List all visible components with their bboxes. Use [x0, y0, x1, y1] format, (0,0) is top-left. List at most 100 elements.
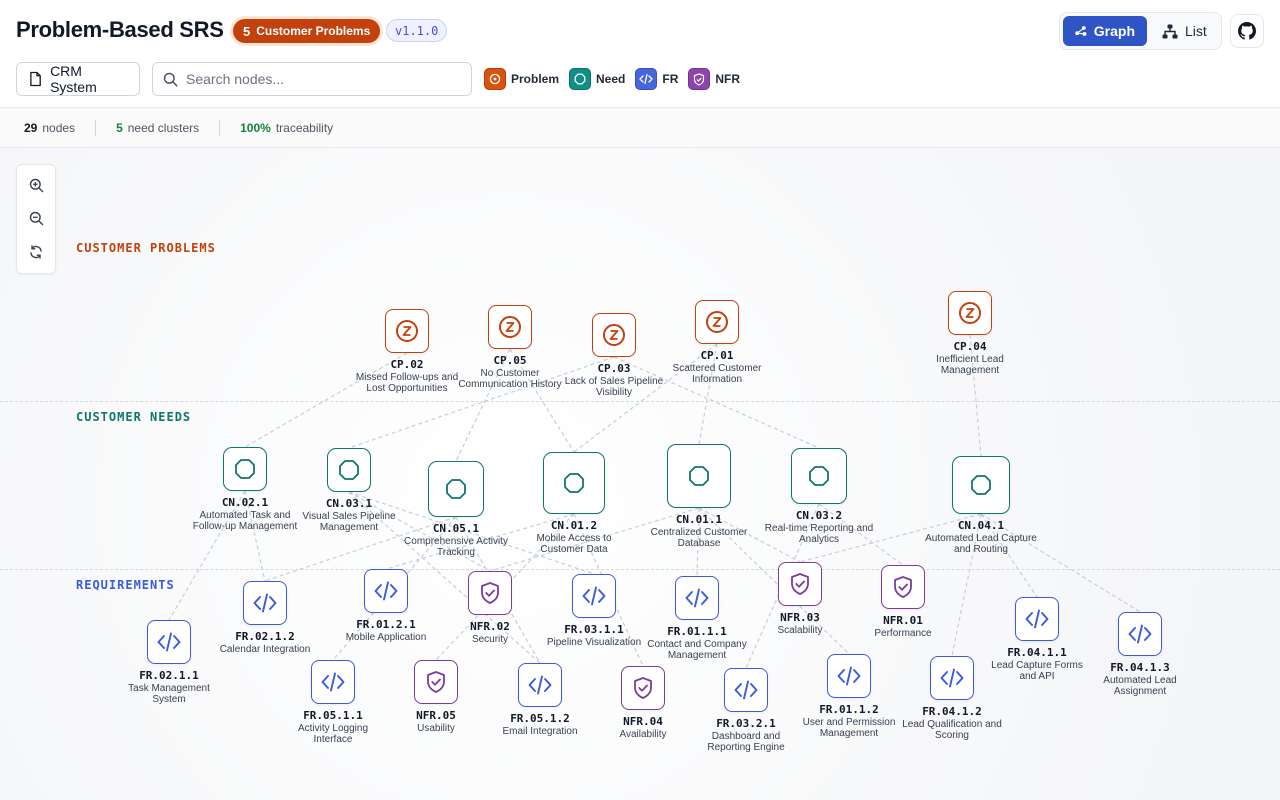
github-button[interactable] — [1230, 14, 1264, 48]
problem-icon — [959, 302, 981, 324]
need-node-box — [667, 444, 731, 508]
legend-problem-label: Problem — [511, 72, 560, 86]
fr-node-box — [518, 663, 562, 707]
node-title: Contact and Company Management — [647, 639, 747, 661]
fr-node-box — [724, 668, 768, 712]
graph-node-fr-04-1-3[interactable]: FR.04.1.3 Automated Lead Assignment — [1085, 612, 1195, 697]
lane-divider — [0, 569, 1280, 570]
fr-icon — [374, 581, 398, 601]
graph-view-button[interactable]: Graph — [1063, 16, 1147, 46]
legend-need[interactable]: Need — [569, 68, 625, 90]
nfr-node-box — [778, 562, 822, 606]
legend-nfr[interactable]: NFR — [688, 68, 740, 90]
node-title: Dashboard and Reporting Engine — [707, 731, 785, 753]
graph-node-cn-01-2[interactable]: CN.01.2 Mobile Access to Customer Data — [514, 452, 634, 555]
node-id: NFR.05 — [416, 709, 456, 722]
graph-node-fr-02-1-1[interactable]: FR.02.1.1 Task Management System — [114, 620, 224, 705]
fr-node-box — [364, 569, 408, 613]
need-node-box — [952, 456, 1010, 514]
graph-node-nfr-04[interactable]: NFR.04 Availability — [588, 666, 698, 740]
fr-swatch-icon — [635, 68, 658, 90]
fr-node-box — [572, 574, 616, 618]
need-icon — [446, 479, 466, 499]
section-label-needs: CUSTOMER NEEDS — [76, 410, 192, 424]
zoom-out-button[interactable] — [21, 204, 51, 234]
zoom-in-button[interactable] — [21, 171, 51, 201]
need-icon — [564, 473, 584, 493]
reset-view-button[interactable] — [21, 237, 51, 267]
graph-node-fr-01-1-1[interactable]: FR.01.1.1 Contact and Company Management — [642, 576, 752, 661]
view-toggle: Graph List — [1059, 12, 1222, 50]
node-title: Scalability — [777, 625, 823, 636]
graph-node-fr-05-1-2[interactable]: FR.05.1.2 Email Integration — [485, 663, 595, 737]
problem-icon — [499, 316, 521, 338]
graph-node-cn-03-1[interactable]: CN.03.1 Visual Sales Pipeline Management — [289, 448, 409, 533]
graph-node-nfr-05[interactable]: NFR.05 Usability — [381, 660, 491, 734]
node-id: FR.02.1.2 — [235, 630, 295, 643]
stat-traceability: 100% traceability — [240, 121, 333, 135]
refresh-icon — [30, 245, 42, 260]
need-node-box — [791, 448, 847, 504]
search-input[interactable] — [186, 71, 456, 87]
node-title: Usability — [417, 723, 455, 734]
system-selector-button[interactable]: CRM System — [16, 62, 140, 96]
graph-node-fr-02-1-2[interactable]: FR.02.1.2 Calendar Integration — [210, 581, 320, 655]
graph-node-fr-01-1-2[interactable]: FR.01.1.2 User and Permission Management — [794, 654, 904, 739]
customer-problems-label: Customer Problems — [256, 24, 371, 38]
nfr-icon — [634, 677, 652, 699]
node-title: Email Integration — [502, 726, 578, 737]
node-id: FR.05.1.1 — [303, 709, 363, 722]
node-title: Automated Task and Follow-up Management — [192, 510, 298, 532]
problem-node-box — [592, 313, 636, 357]
legend-fr[interactable]: FR — [635, 68, 678, 90]
node-title: Pipeline Visualization — [546, 637, 642, 648]
graph-node-cp-04[interactable]: CP.04 Inefficient Lead Management — [915, 291, 1025, 376]
legend-fr-label: FR — [662, 72, 679, 86]
fr-icon — [940, 668, 964, 688]
node-title: Security — [471, 634, 509, 645]
graph-node-cp-01[interactable]: CP.01 Scattered Customer Information — [662, 300, 772, 385]
fr-icon — [1025, 609, 1049, 629]
graph-node-fr-03-2-1[interactable]: FR.03.2.1 Dashboard and Reporting Engine — [691, 668, 801, 753]
node-id: CP.04 — [953, 340, 987, 353]
fr-icon — [528, 675, 552, 695]
node-id: FR.04.1.2 — [922, 705, 982, 718]
need-icon — [971, 475, 991, 495]
graph-node-nfr-02[interactable]: NFR.02 Security — [435, 571, 545, 645]
graph-node-fr-01-2-1[interactable]: FR.01.2.1 Mobile Application — [331, 569, 441, 643]
node-title: Mobile Application — [345, 632, 427, 643]
graph-node-cn-04-1[interactable]: CN.04.1 Automated Lead Capture and Routin… — [921, 456, 1041, 555]
node-id: CN.03.1 — [325, 497, 373, 510]
customer-problems-badge[interactable]: 5 Customer Problems — [230, 16, 384, 46]
graph-node-nfr-03[interactable]: NFR.03 Scalability — [745, 562, 855, 636]
graph-node-fr-05-1-1[interactable]: FR.05.1.1 Activity Logging Interface — [278, 660, 388, 745]
graph-node-cp-03[interactable]: CP.03 Lack of Sales Pipeline Visibility — [559, 313, 669, 398]
node-type-legend: Problem Need FR NFR — [484, 68, 742, 90]
node-title: Lack of Sales Pipeline Visibility — [564, 376, 664, 398]
graph-node-cn-01-1[interactable]: CN.01.1 Centralized Customer Database — [639, 444, 759, 549]
version-badge: v1.1.0 — [386, 19, 448, 42]
graph-node-fr-04-1-1[interactable]: FR.04.1.1 Lead Capture Forms and API — [982, 597, 1092, 682]
graph-node-nfr-01[interactable]: NFR.01 Performance — [848, 565, 958, 639]
problem-icon — [603, 324, 625, 346]
nfr-node-box — [621, 666, 665, 710]
legend-problem[interactable]: Problem — [484, 68, 559, 90]
graph-canvas[interactable]: CUSTOMER PROBLEMS CUSTOMER NEEDS REQUIRE… — [0, 148, 1280, 800]
graph-node-fr-03-1-1[interactable]: FR.03.1.1 Pipeline Visualization — [539, 574, 649, 648]
nfr-icon — [427, 671, 445, 693]
graph-node-cn-03-2[interactable]: CN.03.2 Real-time Reporting and Analytics — [759, 448, 879, 545]
graph-node-cn-02-1[interactable]: CN.02.1 Automated Task and Follow-up Mana… — [185, 447, 305, 532]
list-view-label: List — [1185, 23, 1207, 39]
node-id: FR.01.2.1 — [356, 618, 416, 631]
node-title: Centralized Customer Database — [650, 527, 748, 549]
graph-node-cp-02[interactable]: CP.02 Missed Follow-ups and Lost Opportun… — [352, 309, 462, 394]
node-title: Mobile Access to Customer Data — [536, 533, 612, 555]
node-title: Comprehensive Activity Tracking — [404, 536, 508, 558]
nfr-node-box — [414, 660, 458, 704]
graph-node-cp-05[interactable]: CP.05 No Customer Communication History — [455, 305, 565, 390]
system-selector-label: CRM System — [50, 63, 97, 95]
fr-node-box — [675, 576, 719, 620]
graph-node-cn-05-1[interactable]: CN.05.1 Comprehensive Activity Tracking — [396, 461, 516, 558]
list-view-button[interactable]: List — [1150, 16, 1220, 46]
fr-icon — [157, 632, 181, 652]
